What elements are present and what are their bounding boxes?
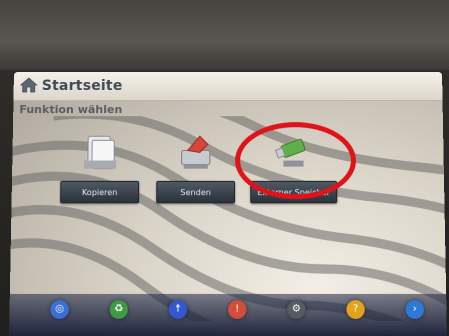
send-button[interactable]: Senden [156, 181, 235, 203]
bottom-dock: ◎ ♻ ☨ ! ⚙ ? › [9, 294, 447, 336]
dock-item-accessibility[interactable]: ☨ [159, 300, 198, 322]
copy-button[interactable]: Kopieren [60, 181, 139, 203]
dock-item-settings[interactable]: ⚙ [277, 300, 316, 322]
dock-item-eco[interactable]: ♻ [99, 300, 138, 322]
touch-screen: Startseite Funktion wählen Kopieren Send… [9, 72, 447, 336]
dock-item-language[interactable]: ◎ [40, 300, 79, 322]
accessibility-icon: ☨ [169, 300, 187, 319]
home-icon[interactable] [20, 77, 38, 93]
red-highlight-circle [235, 122, 356, 199]
dock-item-forward[interactable]: › [395, 300, 434, 322]
send-tile[interactable]: Senden [156, 130, 235, 203]
photo-frame: Startseite Funktion wählen Kopieren Send… [0, 0, 449, 336]
copy-tile[interactable]: Kopieren [60, 130, 139, 203]
globe-icon: ◎ [50, 300, 69, 319]
copy-icon [78, 130, 123, 175]
send-icon [174, 130, 218, 175]
help-icon: ? [346, 300, 365, 319]
settings-icon: ⚙ [287, 300, 305, 319]
forward-icon: › [405, 300, 424, 319]
recycle-icon: ♻ [109, 300, 128, 319]
dock-item-help[interactable]: ? [336, 300, 375, 322]
alert-icon: ! [228, 300, 246, 319]
title-bar: Startseite [13, 72, 442, 101]
device-bezel [0, 0, 449, 70]
function-subtitle: Funktion wählen [19, 103, 122, 116]
page-title: Startseite [42, 78, 123, 94]
dock-item-alert[interactable]: ! [218, 300, 257, 322]
